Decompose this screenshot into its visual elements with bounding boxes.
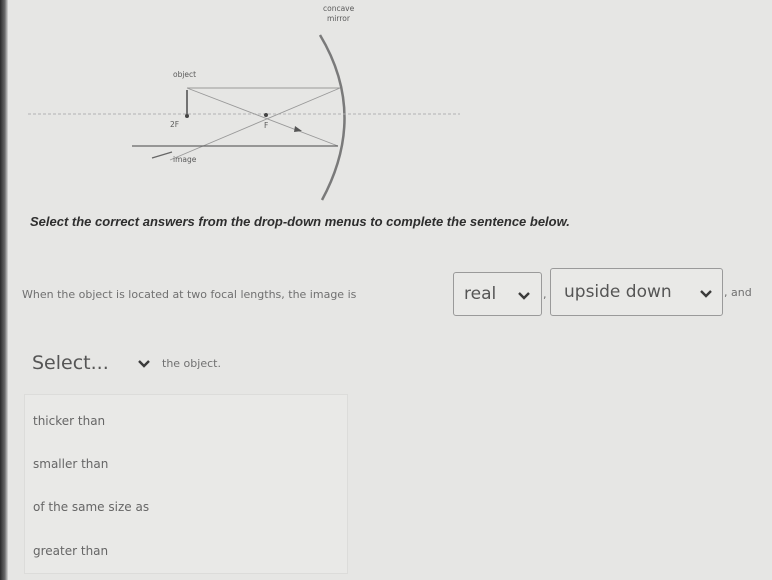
- size-comparison-value: Select...: [32, 352, 109, 374]
- dropdown-options-list: thicker than smaller than of the same si…: [24, 394, 348, 574]
- sentence-comma: ,: [543, 288, 547, 301]
- sentence-part2: , and: [724, 286, 752, 299]
- concave-mirror: [318, 34, 346, 201]
- image-arrow: [151, 151, 173, 159]
- sentence-part1: When the object is located at two focal …: [22, 288, 357, 301]
- sentence-row: When the object is located at two focal …: [22, 268, 767, 318]
- image-type-dropdown[interactable]: real: [453, 272, 542, 316]
- chevron-down-icon: [138, 360, 150, 368]
- image-label: image: [173, 155, 197, 164]
- label-f: F: [264, 121, 268, 130]
- arrowhead: [294, 126, 302, 132]
- label-2f: 2F: [170, 120, 179, 129]
- image-orientation-dropdown[interactable]: upside down: [550, 268, 723, 316]
- image-type-value: real: [464, 284, 497, 304]
- ray-reflected-through-f: [169, 87, 341, 161]
- mirror-title-line2: mirror: [327, 14, 351, 23]
- image-orientation-value: upside down: [564, 282, 672, 302]
- size-comparison-dropdown[interactable]: Select...: [26, 344, 158, 382]
- concave-mirror-diagram: concave mirror object 2F F image: [28, 4, 460, 201]
- option-thicker-than[interactable]: thicker than: [33, 409, 333, 433]
- option-greater-than[interactable]: greater than: [33, 539, 333, 563]
- chevron-down-icon: [518, 292, 530, 300]
- object-label: object: [173, 70, 196, 79]
- sentence-part3: the object.: [162, 357, 221, 370]
- ray-through-f: [186, 87, 339, 147]
- point-2f: [185, 114, 189, 118]
- chevron-down-icon: [700, 290, 712, 298]
- point-f: [264, 113, 268, 117]
- mirror-title-line1: concave: [323, 4, 355, 13]
- option-smaller-than[interactable]: smaller than: [33, 452, 333, 476]
- instructions-text: Select the correct answers from the drop…: [30, 214, 570, 229]
- option-same-size[interactable]: of the same size as: [33, 495, 333, 519]
